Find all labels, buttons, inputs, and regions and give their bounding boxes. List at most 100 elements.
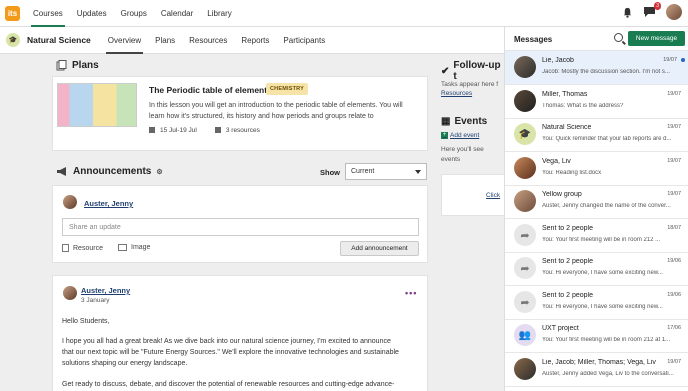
tab-plans[interactable]: Plans xyxy=(148,27,182,54)
announcements-title: Announcements xyxy=(73,166,152,177)
share-update-input[interactable]: Share an update xyxy=(62,218,419,236)
post-greeting: Hello Students, xyxy=(62,318,110,325)
post-date: 3 January xyxy=(81,297,110,304)
tab-resources[interactable]: Resources xyxy=(182,27,234,54)
forward-icon: ➦ xyxy=(514,224,536,246)
megaphone-icon xyxy=(57,167,66,176)
announcement-post: Auster, Jenny 3 January ••• Hello Studen… xyxy=(52,275,428,391)
group-icon: 👥 xyxy=(514,324,536,346)
main-nav: Courses Updates Groups Calendar Library xyxy=(26,0,239,27)
messages-panel: Messages New message Lie, Jacob 19/07 Ja… xyxy=(504,27,688,391)
top-right-tools: 3 xyxy=(622,2,682,20)
conversation-preview: You: Your first meeting will be in room … xyxy=(542,337,671,343)
show-filter-value: Current xyxy=(351,168,375,175)
conversation-item[interactable]: ➦ Sent to 2 people 18/07 You: Your first… xyxy=(505,219,688,253)
show-label: Show xyxy=(320,168,340,177)
conversation-preview: You: Hi everyone, I have some exciting n… xyxy=(542,304,663,310)
conversation-preview: You: Reading list.docx xyxy=(542,170,602,176)
conversation-item[interactable]: Lie, Jacob; Miller, Thomas; Vega, Liv 19… xyxy=(505,353,688,387)
tab-overview[interactable]: Overview xyxy=(101,27,148,54)
conversation-item[interactable]: Lie, Jacob 19/07 Jacob: Mostly the discu… xyxy=(505,51,688,85)
plans-heading: Plans xyxy=(56,60,99,71)
nav-calendar[interactable]: Calendar xyxy=(154,0,200,27)
bell-icon[interactable] xyxy=(622,7,633,18)
more-options-icon[interactable]: ••• xyxy=(405,288,417,298)
post-line: I hope you all had a great break! As we … xyxy=(62,338,391,345)
search-icon[interactable] xyxy=(614,33,623,42)
conversation-item[interactable]: Vega, Liv 19/07 You: Reading list.docx xyxy=(505,152,688,186)
conversation-date: 19/07 xyxy=(667,359,681,365)
new-announcement-card: Auster, Jenny Share an update Resource I… xyxy=(52,185,428,263)
plans-icon xyxy=(56,60,67,71)
avatar xyxy=(514,190,536,212)
tab-participants[interactable]: Participants xyxy=(276,27,332,54)
conversation-preview: Auster, Jenny added Vega, Liv to the con… xyxy=(542,371,674,377)
messages-icon[interactable]: 3 xyxy=(643,2,661,18)
calendar-icon: ▦ xyxy=(441,116,451,127)
conversation-preview: You: Your first meeting will be in room … xyxy=(542,237,661,243)
tab-reports[interactable]: Reports xyxy=(234,27,276,54)
conversation-preview: You: Quick reminder that your lab report… xyxy=(542,136,672,142)
file-icon xyxy=(62,244,69,252)
conversation-item[interactable]: Yellow group 19/07 Auster, Jenny changed… xyxy=(505,185,688,219)
event-placeholder-card: Click xyxy=(441,174,504,216)
resource-attach-button[interactable]: Resource xyxy=(62,244,103,252)
nav-updates[interactable]: Updates xyxy=(70,0,114,27)
nav-courses[interactable]: Courses xyxy=(26,0,70,27)
nav-groups[interactable]: Groups xyxy=(114,0,154,27)
conversation-date: 18/07 xyxy=(667,225,681,231)
subject-tag: CHEMISTRY xyxy=(266,83,308,95)
graduation-cap-icon: 🎓 xyxy=(514,123,536,145)
conversation-date: 19/07 xyxy=(667,191,681,197)
gear-icon[interactable]: ⚙ xyxy=(156,168,162,176)
conversation-date: 17/06 xyxy=(667,325,681,331)
plan-resources-text: 3 resources xyxy=(225,127,260,134)
conversation-name: Sent to 2 people xyxy=(542,258,593,265)
conversation-date: 19/06 xyxy=(667,258,681,264)
avatar xyxy=(514,90,536,112)
conversation-date: 19/07 xyxy=(663,57,677,63)
conversation-name: Sent to 2 people xyxy=(542,292,593,299)
click-link[interactable]: Click xyxy=(486,192,500,199)
conversation-item[interactable]: 🎓 Natural Science 19/07 You: Quick remin… xyxy=(505,118,688,152)
course-bar: 🎓 Natural Science Overview Plans Resourc… xyxy=(0,27,504,54)
image-icon xyxy=(118,244,127,251)
post-author[interactable]: Auster, Jenny xyxy=(81,286,130,295)
conversation-name: Miller, Thomas xyxy=(542,91,588,98)
avatar xyxy=(514,56,536,78)
plan-title[interactable]: The Periodic table of elements xyxy=(149,85,272,95)
add-announcement-button[interactable]: Add announcement xyxy=(340,241,419,256)
avatar xyxy=(63,195,77,209)
events-heading: ▦ Events xyxy=(441,116,487,127)
resources-link[interactable]: Resources xyxy=(441,90,472,97)
conversation-name: Lie, Jacob; Miller, Thomas; Vega, Liv xyxy=(542,359,656,366)
avatar xyxy=(514,358,536,380)
messages-header: Messages New message xyxy=(505,27,688,51)
app-logo[interactable]: its xyxy=(5,5,20,21)
graduation-cap-icon: 🎓 xyxy=(6,33,20,47)
author-name[interactable]: Auster, Jenny xyxy=(84,199,133,208)
chevron-down-icon xyxy=(415,169,421,174)
add-event-link[interactable]: + Add event xyxy=(441,132,479,139)
nav-library[interactable]: Library xyxy=(200,0,238,27)
conversation-name: Vega, Liv xyxy=(542,158,571,165)
user-avatar[interactable] xyxy=(666,4,682,20)
forward-icon: ➦ xyxy=(514,257,536,279)
course-tabs: Overview Plans Resources Reports Partici… xyxy=(101,27,332,54)
image-attach-button[interactable]: Image xyxy=(118,244,150,251)
conversation-item[interactable]: ➦ Sent to 2 people 19/06 You: Hi everyon… xyxy=(505,286,688,320)
conversation-preview: Jacob: Mostly the discussion section. I'… xyxy=(542,69,670,75)
conversation-name: Yellow group xyxy=(542,191,582,198)
unread-dot xyxy=(681,58,685,62)
conversation-item[interactable]: ➦ Sent to 2 people 19/06 You: Hi everyon… xyxy=(505,252,688,286)
plan-meta: 15 Jul-19 Jul 3 resources xyxy=(149,127,260,134)
plan-card[interactable]: The Periodic table of elements CHEMISTRY… xyxy=(52,76,428,151)
plan-description: In this lesson you will get an introduct… xyxy=(149,102,403,120)
conversation-item[interactable]: Miller, Thomas 19/07 Thomas: What is the… xyxy=(505,85,688,119)
course-title: Natural Science xyxy=(27,35,91,45)
show-filter-select[interactable]: Current xyxy=(345,163,427,180)
new-message-button[interactable]: New message xyxy=(628,31,685,46)
resource-label: Resource xyxy=(73,244,103,252)
conversation-item[interactable]: 👥 UXT project 17/06 You: Your first meet… xyxy=(505,319,688,353)
conversation-date: 19/07 xyxy=(667,91,681,97)
